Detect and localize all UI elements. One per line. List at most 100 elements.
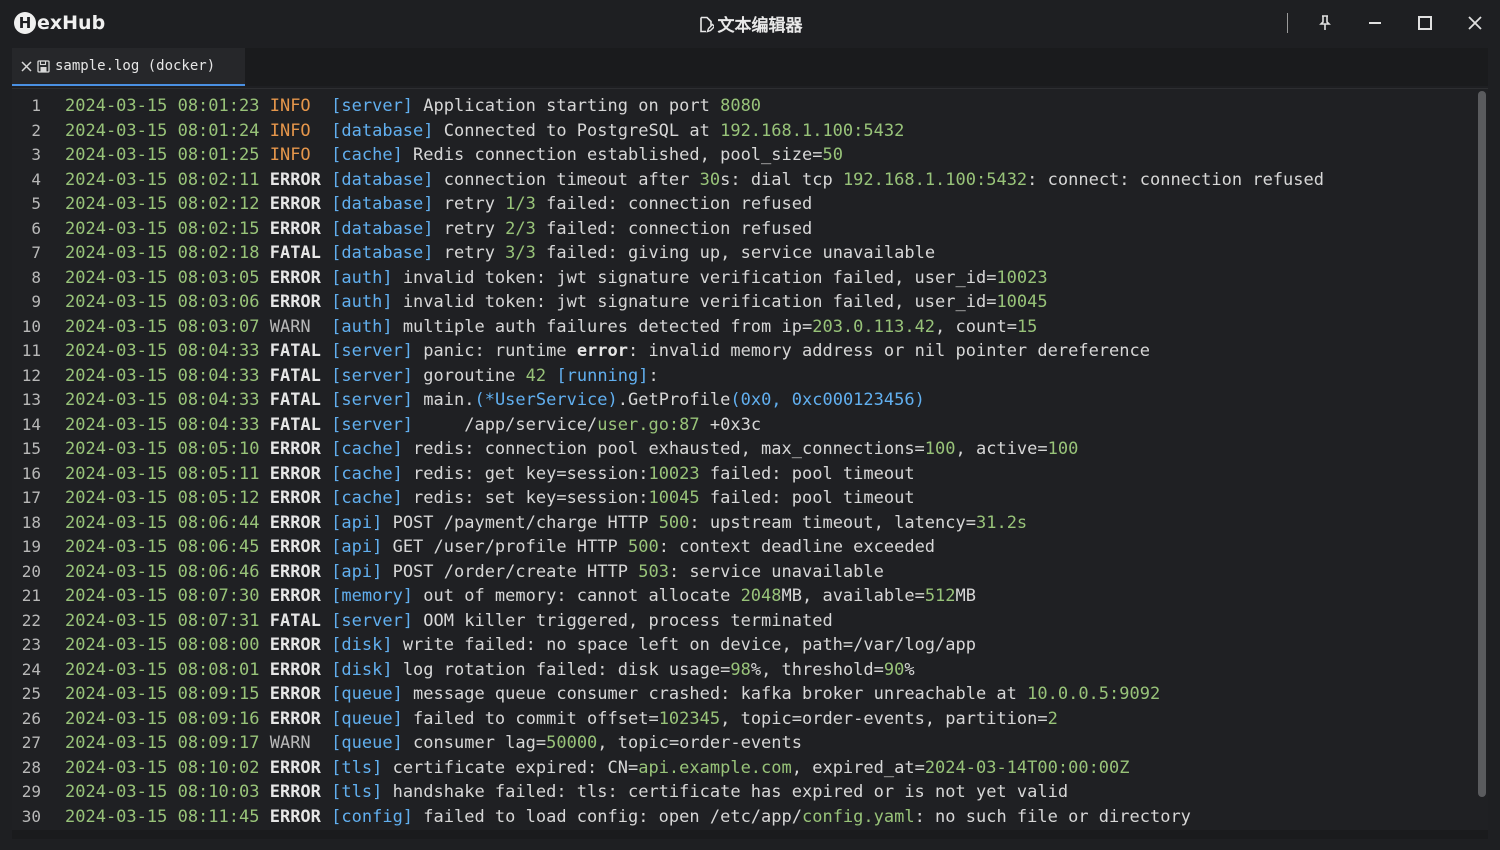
log-segment-num: 500 xyxy=(627,537,659,557)
log-segment-msg: out of memory: cannot allocate xyxy=(413,586,741,606)
log-space xyxy=(321,733,331,753)
log-segment-num: 98 xyxy=(730,659,751,680)
log-segment-msg: : service unavailable xyxy=(668,561,884,582)
pin-button[interactable] xyxy=(1300,0,1350,46)
log-segment-msg: connection timeout after xyxy=(433,169,700,190)
editor-area[interactable]: 1 2024-03-15 08:01:23 INFO [server] Appli… xyxy=(12,88,1488,839)
log-line-content: 2024-03-15 08:05:11 ERROR [cache] redis:… xyxy=(65,462,915,487)
tab-sample-log[interactable]: sample.log (docker) xyxy=(12,48,245,86)
log-level: FATAL xyxy=(269,414,321,435)
log-space xyxy=(321,611,331,631)
line-number: 15 xyxy=(21,439,41,458)
line-number: 30 xyxy=(21,806,41,826)
log-segment-msg: /app/service/ xyxy=(413,414,598,435)
log-timestamp: 2024-03-15 08:10:03 xyxy=(65,782,260,802)
log-level: ERROR xyxy=(269,512,321,533)
tab-close-icon[interactable] xyxy=(21,60,32,72)
line-number: 26 xyxy=(21,708,41,728)
log-space xyxy=(321,562,331,582)
log-tag: [auth] xyxy=(331,316,393,337)
log-line: 3 2024-03-15 08:01:25 INFO [cache] Redis … xyxy=(12,143,1324,168)
log-segment-msg: write failed: no space left on device, p… xyxy=(392,635,976,655)
log-tag: [database] xyxy=(331,169,434,190)
log-timestamp: 2024-03-15 08:02:11 xyxy=(65,169,260,190)
log-space xyxy=(321,96,331,116)
log-space xyxy=(259,611,269,631)
line-number: 11 xyxy=(21,341,41,360)
log-tag: [server] xyxy=(331,390,414,410)
log-line: 4 2024-03-15 08:02:11 ERROR [database] co… xyxy=(12,168,1324,193)
vertical-scrollbar[interactable] xyxy=(1478,91,1486,797)
log-timestamp: 2024-03-15 08:10:02 xyxy=(65,757,260,778)
log-line: 2 2024-03-15 08:01:24 INFO [database] Con… xyxy=(12,119,1324,144)
log-level: INFO xyxy=(269,120,321,141)
log-segment-msg: redis: get key=session: xyxy=(402,463,649,484)
log-timestamp: 2024-03-15 08:05:12 xyxy=(65,488,260,508)
log-space xyxy=(259,635,269,655)
log-line-content: 2024-03-15 08:06:46 ERROR [api] POST /or… xyxy=(65,560,884,585)
log-line-content: 2024-03-15 08:11:45 ERROR [config] faile… xyxy=(65,805,1191,830)
log-segment-msg: log rotation failed: disk usage= xyxy=(392,659,731,680)
document-edit-icon xyxy=(698,16,715,38)
log-segment-msg: POST /order/create HTTP xyxy=(382,561,639,582)
log-segment-num: 203.0.113.42 xyxy=(812,316,936,337)
log-space xyxy=(259,782,269,802)
log-segment-msg: % xyxy=(904,659,915,680)
log-timestamp: 2024-03-15 08:04:33 xyxy=(65,390,260,410)
log-level: FATAL xyxy=(269,341,321,361)
log-line: 25 2024-03-15 08:09:15 ERROR [queue] mess… xyxy=(12,682,1324,707)
log-space xyxy=(259,439,269,459)
log-level: ERROR xyxy=(269,708,321,729)
pin-icon xyxy=(1319,15,1331,30)
log-tag: [memory] xyxy=(331,586,414,606)
log-line: 21 2024-03-15 08:07:30 ERROR [memory] out… xyxy=(12,584,1324,609)
title-bar: H exHub 文本编辑器 xyxy=(0,0,1500,46)
log-level: FATAL xyxy=(269,610,321,631)
log-space xyxy=(259,243,269,263)
log-tag: [auth] xyxy=(331,292,393,312)
maximize-button[interactable] xyxy=(1400,0,1450,46)
horizontal-scrollbar-track[interactable] xyxy=(12,830,1488,839)
log-tag: [server] xyxy=(331,414,414,435)
log-level: ERROR xyxy=(269,659,321,680)
log-space xyxy=(321,194,331,214)
log-timestamp: 2024-03-15 08:06:46 xyxy=(65,561,260,582)
log-tag: [database] xyxy=(331,243,434,263)
log-timestamp: 2024-03-15 08:08:01 xyxy=(65,659,260,680)
log-space xyxy=(259,145,269,165)
log-segment-num: 102345 xyxy=(658,708,721,729)
line-number: 19 xyxy=(21,537,41,556)
minimize-button[interactable] xyxy=(1350,0,1400,46)
log-level: FATAL xyxy=(269,390,321,410)
log-segment-num: 8080 xyxy=(720,96,762,116)
log-level: ERROR xyxy=(269,292,321,312)
log-segment-num: 100 xyxy=(1047,439,1079,459)
line-number: 12 xyxy=(21,365,41,385)
log-line: 16 2024-03-15 08:05:11 ERROR [cache] redi… xyxy=(12,462,1324,487)
log-line-content: 2024-03-15 08:03:07 WARN [auth] multiple… xyxy=(65,315,1037,340)
log-timestamp: 2024-03-15 08:04:33 xyxy=(65,341,260,361)
line-number: 13 xyxy=(21,390,41,409)
log-segment-msg: s: dial tcp xyxy=(720,169,843,190)
log-segment-msg: MB, available= xyxy=(781,586,925,606)
log-segment-num: 10023 xyxy=(996,267,1048,288)
log-line-content: 2024-03-15 08:03:06 ERROR [auth] invalid… xyxy=(65,290,1048,315)
log-segment-msg: message queue consumer crashed: kafka br… xyxy=(402,684,1028,704)
log-line-content: 2024-03-15 08:02:12 ERROR [database] ret… xyxy=(65,192,812,217)
line-number: 2 xyxy=(31,120,41,140)
log-segment-msg: failed to load config: open /etc/app/ xyxy=(413,806,802,827)
log-segment-num: 2 xyxy=(1047,708,1058,729)
log-segment-msg: handshake failed: tls: certificate has e… xyxy=(382,782,1069,802)
log-segment-msg: redis: connection pool exhausted, max_co… xyxy=(402,439,925,459)
log-timestamp: 2024-03-15 08:04:33 xyxy=(65,414,260,435)
log-segment-num: 50 xyxy=(822,145,843,165)
logo-text: exHub xyxy=(37,12,106,34)
close-button[interactable] xyxy=(1450,0,1500,46)
log-tag: [server] xyxy=(331,610,414,631)
log-tag: [tls] xyxy=(331,757,383,778)
log-line: 28 2024-03-15 08:10:02 ERROR [tls] certif… xyxy=(12,756,1324,781)
log-segment-msg: retry xyxy=(433,218,506,239)
log-line: 29 2024-03-15 08:10:03 ERROR [tls] handsh… xyxy=(12,780,1324,805)
log-line-content: 2024-03-15 08:07:30 ERROR [memory] out o… xyxy=(65,584,976,609)
log-space xyxy=(259,586,269,606)
